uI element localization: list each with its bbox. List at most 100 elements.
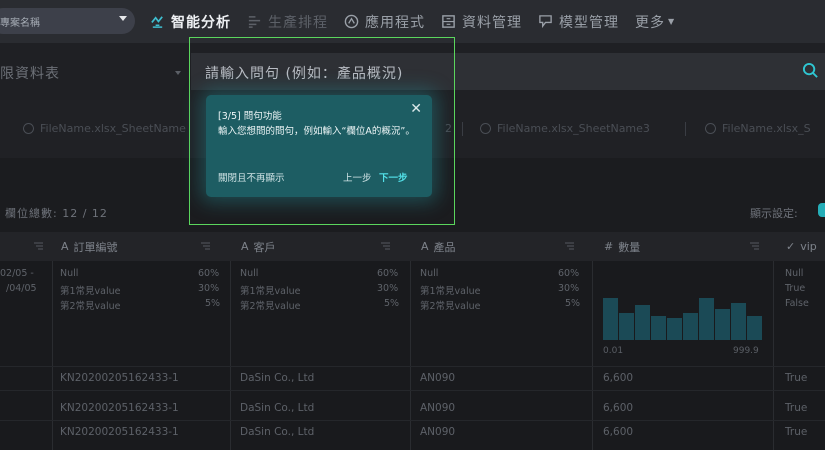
stat-pct: 30% bbox=[377, 283, 399, 294]
histogram-max: 999.9 bbox=[733, 346, 759, 356]
chevron-down-icon bbox=[119, 16, 127, 21]
top-navigation-bar: 專案名稱 智能分析 生產排程 應用程式 資料管理 模型管理 更多 ▼ bbox=[0, 0, 825, 43]
radio-icon bbox=[23, 123, 34, 134]
cell-product: AN090 bbox=[420, 372, 456, 384]
nav-item-data-manage[interactable]: 資料管理 bbox=[441, 0, 522, 43]
sheet-tab[interactable]: FileName.xlsx_SheetName3 bbox=[480, 122, 650, 135]
stat-label: Null bbox=[420, 268, 439, 279]
display-setting-label: 顯示設定: bbox=[750, 207, 798, 220]
sheet-tab[interactable]: 2 bbox=[445, 122, 452, 135]
nav-item-label: 模型管理 bbox=[559, 14, 619, 31]
project-select[interactable]: 專案名稱 bbox=[0, 8, 135, 34]
boolean-type-icon: ✓ bbox=[786, 240, 796, 253]
cell-product: AN090 bbox=[420, 426, 456, 438]
sheet-tab[interactable]: FileName.xlsx_S bbox=[705, 122, 811, 135]
nav-item-label: 智能分析 bbox=[171, 14, 231, 31]
column-header-date[interactable] bbox=[0, 232, 52, 261]
stat-label: 第1常見value bbox=[420, 286, 481, 297]
stat-label: 第2常見value bbox=[420, 301, 481, 312]
sheet-tab-label: FileName.xlsx_SheetName bbox=[40, 122, 186, 135]
tooltip-body: 輸入您想問的問句，例如輸入“欄位A的概況”。 bbox=[218, 126, 415, 137]
stat-pct: 5% bbox=[384, 298, 400, 309]
stat-label: True bbox=[785, 283, 806, 294]
nav-item-label: 應用程式 bbox=[365, 14, 425, 31]
permission-select[interactable]: 限資料表 bbox=[0, 63, 60, 83]
nav-item-label: 生產排程 bbox=[268, 14, 328, 31]
stat-pct: 30% bbox=[198, 283, 220, 294]
query-placeholder: 請輸入問句 (例如：產品概況) bbox=[205, 66, 404, 82]
nav-item-ai-analysis[interactable]: 智能分析 bbox=[150, 0, 231, 43]
data-manage-icon bbox=[442, 15, 455, 28]
filter-icon[interactable] bbox=[565, 242, 574, 250]
table-header: A 訂單編號 A 客戶 A 產品 # 數量 ✓ vip bbox=[0, 232, 825, 261]
nav-item-label: 更多 bbox=[635, 14, 665, 31]
close-icon[interactable]: ✕ bbox=[410, 101, 422, 117]
tooltip-step-title: [3/5] 問句功能 bbox=[218, 111, 282, 122]
stat-label: 第1常見value bbox=[60, 286, 121, 297]
stat-pct: 5% bbox=[565, 298, 581, 309]
cell-quantity: 6,600 bbox=[603, 426, 634, 438]
sheet-tab-label: 2 bbox=[445, 122, 452, 135]
dismiss-forever-link[interactable]: 關閉且不再顯示 bbox=[218, 170, 285, 184]
stat-pct: 60% bbox=[377, 268, 399, 279]
filter-icon[interactable] bbox=[201, 242, 210, 250]
filter-icon[interactable] bbox=[34, 242, 43, 250]
cell-quantity: 6,600 bbox=[603, 402, 634, 414]
chevron-down-icon bbox=[175, 71, 181, 75]
filter-icon[interactable] bbox=[381, 242, 390, 250]
sheet-tab-label: FileName.xlsx_S bbox=[722, 122, 811, 135]
ai-analysis-icon bbox=[151, 16, 163, 28]
next-step-button[interactable]: 下一步 bbox=[379, 170, 408, 184]
radio-icon bbox=[705, 123, 716, 134]
cell-quantity: 6,600 bbox=[603, 372, 634, 384]
nav-item-label: 資料管理 bbox=[462, 14, 522, 31]
histogram-min: 0.01 bbox=[603, 346, 624, 356]
stat-label: Null bbox=[785, 268, 804, 279]
prev-step-button[interactable]: 上一步 bbox=[343, 170, 372, 184]
model-icon bbox=[539, 15, 552, 29]
histogram-bar bbox=[683, 313, 698, 340]
column-header-order-id[interactable]: A 訂單編號 bbox=[61, 232, 221, 261]
cell-customer: DaSin Co., Ltd bbox=[240, 372, 315, 384]
cell-order-id: KN20200205162433-1 bbox=[60, 372, 179, 384]
cell-product: AN090 bbox=[420, 402, 456, 414]
text-type-icon: A bbox=[421, 240, 429, 253]
column-header-customer[interactable]: A 客戶 bbox=[241, 232, 401, 261]
text-type-icon: A bbox=[61, 240, 69, 253]
row-divider bbox=[0, 366, 825, 367]
stat-label: False bbox=[785, 298, 809, 309]
stat-label: Null bbox=[240, 268, 259, 279]
radio-icon bbox=[480, 123, 491, 134]
quantity-histogram bbox=[603, 296, 763, 340]
column-header-label: 客戶 bbox=[253, 240, 276, 254]
query-input[interactable]: 請輸入問句 (例如：產品概況) bbox=[191, 53, 825, 90]
main-nav: 智能分析 生產排程 應用程式 資料管理 模型管理 更多 ▼ bbox=[150, 0, 691, 43]
histogram-bar bbox=[651, 316, 666, 340]
display-setting-toggle[interactable] bbox=[818, 203, 825, 217]
nav-item-more[interactable]: 更多 ▼ bbox=[635, 0, 675, 43]
column-header-vip[interactable]: ✓ vip bbox=[786, 232, 825, 261]
sheet-divider bbox=[685, 122, 686, 136]
text-type-icon: A bbox=[241, 240, 249, 253]
onboarding-tooltip: [3/5] 問句功能 ✕ 輸入您想問的問句，例如輸入“欄位A的概況”。 關閉且不… bbox=[206, 95, 432, 197]
sheet-tab[interactable]: FileName.xlsx_SheetName bbox=[23, 122, 186, 135]
stat-label: 第2常見value bbox=[240, 301, 301, 312]
column-count: 欄位總數: 12 / 12 bbox=[5, 207, 108, 220]
search-icon[interactable] bbox=[802, 62, 819, 79]
filter-icon[interactable] bbox=[750, 242, 759, 250]
cell-customer: DaSin Co., Ltd bbox=[240, 426, 315, 438]
nav-item-apps[interactable]: 應用程式 bbox=[344, 0, 425, 43]
stat-label: 第1常見value bbox=[240, 286, 301, 297]
date-range-start: 02/05 - bbox=[0, 268, 34, 279]
histogram-bar bbox=[603, 298, 618, 340]
nav-item-models[interactable]: 模型管理 bbox=[538, 0, 619, 43]
histogram-bar bbox=[699, 298, 714, 340]
column-header-quantity[interactable]: # 數量 bbox=[604, 232, 764, 261]
row-divider bbox=[0, 390, 825, 391]
histogram-bar bbox=[635, 305, 650, 340]
table-row[interactable]: KN20200205162433-1 DaSin Co., Ltd AN090 … bbox=[0, 426, 825, 447]
column-header-product[interactable]: A 產品 bbox=[421, 232, 581, 261]
cell-customer: DaSin Co., Ltd bbox=[240, 402, 315, 414]
stat-pct: 5% bbox=[205, 298, 221, 309]
nav-item-schedule[interactable]: 生產排程 bbox=[247, 0, 328, 43]
